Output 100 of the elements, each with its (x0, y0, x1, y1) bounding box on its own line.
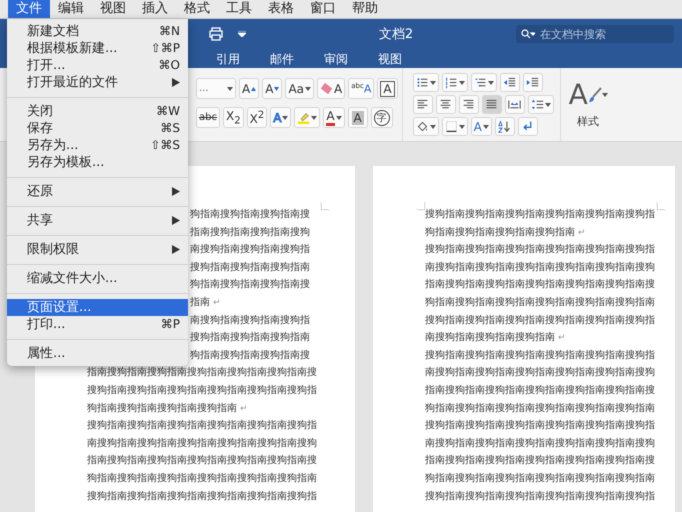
body-text-line: 南搜狗指南搜狗指南搜狗指南搜狗指南搜狗指南搜狗 (425, 366, 656, 380)
font-color-button[interactable]: A (323, 107, 345, 128)
body-text-line: 指南搜狗指南搜狗指南搜狗指南搜狗指南搜狗指南搜 (425, 384, 656, 398)
body-text-line: 狗指南搜狗指南搜狗指南搜狗指南搜狗指南搜狗指南 (425, 402, 656, 416)
indent-button[interactable] (522, 73, 543, 92)
sort-button[interactable] (494, 117, 515, 136)
body-text-line: 南搜狗指南搜狗指南搜狗指 (190, 314, 311, 328)
shortcut-text: ⇧⌘P (150, 40, 180, 57)
strike-button[interactable]: abc (196, 107, 220, 128)
search-field[interactable]: 在文档中搜索 (516, 25, 674, 43)
phonetic-button[interactable]: $^{abc}$A (348, 78, 374, 99)
down-triangle-icon (274, 86, 280, 90)
menu-item[interactable]: 打印... ⌘P (7, 316, 188, 333)
submenu-arrow-icon (172, 187, 180, 196)
distribute-button[interactable] (504, 95, 525, 114)
menu-item[interactable]: 共享 (7, 212, 188, 229)
menu-bar-item[interactable]: 文件 (8, 0, 50, 18)
menu-bar-item[interactable]: 帮助 (344, 0, 386, 18)
effects-button[interactable]: A (270, 107, 292, 128)
menu-item[interactable]: 打开... ⌘O (7, 57, 188, 74)
body-text-line: 狗指南搜狗指南搜狗指南搜 (190, 278, 311, 292)
layout-button[interactable]: A (470, 117, 492, 136)
fill-icon (416, 120, 429, 133)
ribbon-tab[interactable]: 审阅 (320, 49, 352, 68)
crop-mark-icon (321, 202, 329, 210)
menu-item[interactable]: 另存为... ⇧⌘S (7, 137, 188, 154)
align-right-button[interactable] (458, 95, 479, 114)
menu-item[interactable]: 保存 ⌘S (7, 120, 188, 137)
caret-icon[interactable] (238, 31, 246, 37)
line-spacing-button[interactable] (528, 95, 554, 114)
clear-icon (320, 82, 333, 95)
menu-bar-item[interactable]: 插入 (134, 0, 176, 18)
body-text-line: 南搜狗指南搜狗指南搜狗指 (190, 242, 311, 258)
shortcut-text: ⌘O (158, 57, 180, 74)
glyph-text: Aa (288, 82, 304, 96)
ribbon-tab[interactable]: 邮件 (266, 49, 298, 68)
body-text-line: 搜狗指南搜狗指南搜狗指南搜狗指南搜狗指南搜狗指 (425, 418, 656, 434)
menu-item[interactable]: 关闭 ⌘W (7, 103, 188, 120)
caret-icon (305, 86, 311, 90)
outdent-icon (503, 76, 516, 89)
menu-bar-item[interactable]: 工具 (218, 0, 260, 18)
indent-icon (526, 76, 540, 89)
menu-item[interactable]: 页面设置... (7, 299, 188, 316)
caret-icon (311, 116, 318, 120)
menu-item[interactable]: 缩减文件大小... (7, 270, 188, 287)
styles-button[interactable]: A 样式 (564, 68, 612, 141)
bullets-button[interactable] (412, 73, 439, 92)
printer-icon[interactable] (208, 27, 224, 41)
menu-item[interactable]: 限制权限 (7, 241, 188, 258)
ribbon-tab[interactable]: 引用 (212, 49, 244, 68)
menu-bar-item[interactable]: 窗口 (302, 0, 344, 18)
multilevel-button[interactable] (470, 73, 497, 92)
menu-item[interactable]: 打开最近的文件 (7, 74, 188, 91)
glyph-text: A (352, 110, 364, 124)
highlight-button[interactable] (294, 107, 320, 128)
outdent-button[interactable] (500, 73, 520, 92)
shading-button[interactable]: A (348, 107, 368, 128)
menu-item[interactable]: 属性... (7, 345, 188, 362)
caret-icon (430, 80, 436, 84)
align-center-button[interactable] (436, 95, 456, 114)
case-button[interactable]: Aa (285, 78, 314, 99)
grow-button[interactable]: A (239, 78, 260, 99)
menu-bar-item[interactable]: 视图 (92, 0, 134, 18)
borders-button[interactable] (442, 117, 468, 136)
body-text-line: 南搜狗指南搜狗指南搜狗指南搜狗指南搜狗指南搜狗 (425, 436, 656, 451)
body-text-line: 搜狗指南搜狗指南搜狗指南搜狗指南搜狗指南搜狗指 (425, 208, 656, 222)
glyph-text: $^{abc}$A (351, 82, 372, 96)
font-size-button[interactable]: ... (196, 78, 236, 99)
glyph-text: A (334, 82, 342, 96)
menu-bar-item[interactable]: 表格 (260, 0, 302, 18)
glyph-text: abc (199, 112, 217, 123)
body-text-line: 狗指南搜狗指南搜狗指南搜 (190, 208, 311, 222)
caret-icon (336, 116, 342, 120)
body-text-line: 搜狗指南搜狗指南搜狗指南 (190, 260, 311, 275)
align-left-button[interactable] (412, 95, 433, 114)
menu-item[interactable]: 根据模板新建... ⇧⌘P (7, 40, 188, 57)
numbering-button[interactable] (442, 73, 468, 92)
menu-bar-item[interactable]: 编辑 (50, 0, 92, 18)
up-triangle-icon (251, 86, 256, 90)
body-text-line: 狗指南搜狗指南搜狗指南搜狗指南搜狗指南搜狗指南 (425, 296, 656, 310)
clear-button[interactable]: A (317, 78, 346, 99)
body-text-line: 狗指南搜狗指南搜狗指南搜狗指南搜狗指南搜狗指南 (87, 472, 318, 486)
marks-icon (521, 120, 534, 133)
caret-icon (227, 86, 233, 90)
body-text-line: 狗指南搜狗指南搜狗指南搜 (190, 348, 311, 363)
numbering-icon (444, 76, 458, 89)
highlight-icon (297, 111, 310, 124)
fill-button[interactable] (412, 117, 439, 136)
ribbon-tab[interactable]: 视图 (374, 49, 406, 68)
justify-button[interactable] (482, 95, 502, 114)
shortcut-text: ⌘P (160, 316, 180, 333)
menu-item[interactable]: 另存为模板... (7, 154, 188, 171)
caret-icon (482, 124, 489, 128)
justify-icon (485, 98, 498, 111)
menu-item[interactable]: 还原 (7, 183, 188, 200)
marks-button[interactable] (518, 117, 538, 136)
shrink-button[interactable]: A (262, 78, 282, 99)
menu-item[interactable]: 新建文档 ⌘N (7, 23, 188, 40)
crop-mark-icon (657, 202, 665, 210)
menu-bar-item[interactable]: 格式 (176, 0, 218, 18)
